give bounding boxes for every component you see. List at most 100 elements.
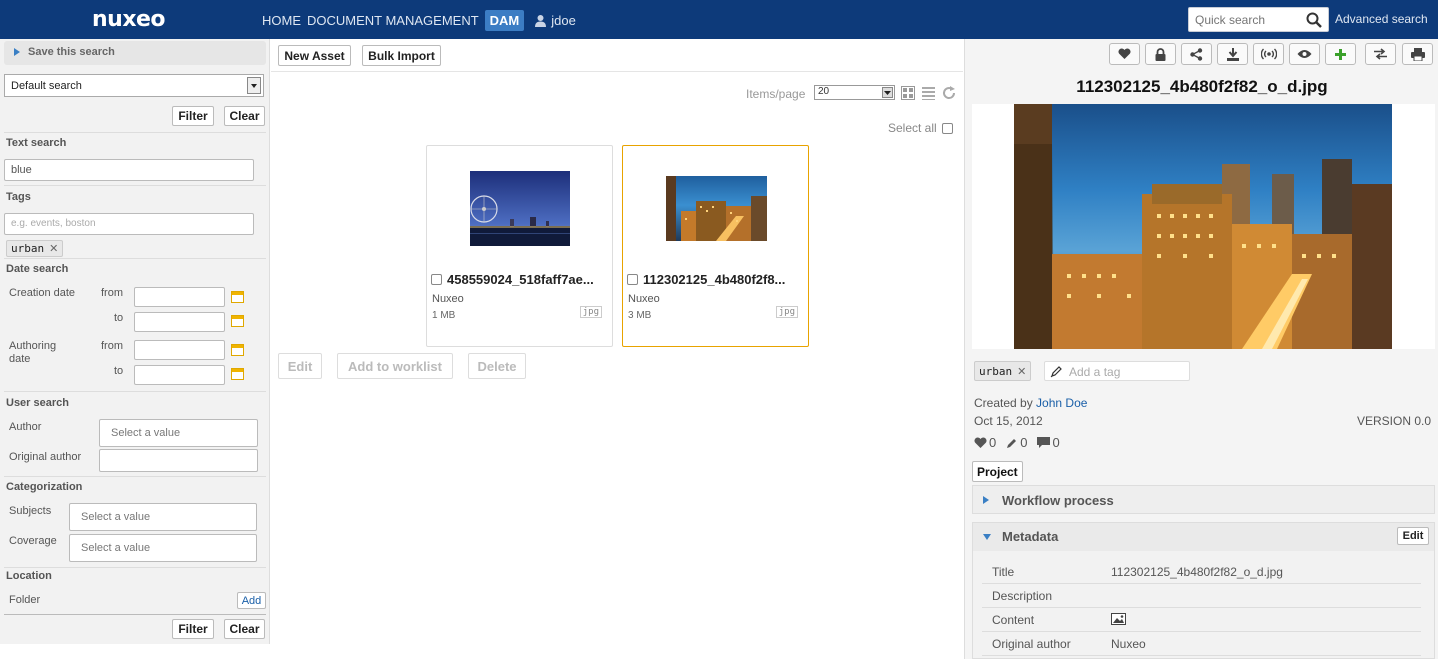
clear-button-bottom[interactable]: Clear bbox=[224, 619, 265, 639]
thumbnail-view-icon[interactable] bbox=[901, 86, 915, 100]
nav-document-management[interactable]: DOCUMENT MANAGEMENT bbox=[307, 10, 479, 31]
tags-heading: Tags bbox=[6, 191, 31, 203]
divider bbox=[4, 258, 266, 259]
print-icon bbox=[1410, 47, 1425, 61]
asset-checkbox[interactable] bbox=[431, 274, 442, 285]
likes-count[interactable]: 0 bbox=[974, 435, 996, 450]
categorization-heading: Categorization bbox=[6, 481, 83, 493]
delete-button[interactable]: Delete bbox=[468, 353, 526, 379]
creation-date-label: Creation date bbox=[9, 287, 76, 299]
comments-value: 0 bbox=[1052, 435, 1060, 450]
heart-icon bbox=[1118, 48, 1131, 59]
authoring-date-from-input[interactable] bbox=[134, 340, 225, 360]
print-button[interactable] bbox=[1402, 43, 1433, 65]
new-asset-button[interactable]: New Asset bbox=[278, 45, 351, 66]
select-all[interactable]: Select all bbox=[888, 121, 953, 135]
metadata-row: Title 112302125_4b480f2f82_o_d.jpg bbox=[982, 560, 1421, 584]
author-select[interactable]: Select a value bbox=[99, 419, 258, 447]
user-menu[interactable]: jdoe bbox=[534, 13, 576, 28]
file-type-badge: jpg bbox=[579, 306, 602, 318]
collapse-triangle-icon bbox=[983, 534, 991, 540]
calendar-icon[interactable] bbox=[231, 368, 244, 380]
nuxeo-logo[interactable]: nuxeo bbox=[92, 7, 166, 32]
nav-dam[interactable]: DAM bbox=[484, 9, 525, 31]
edits-count[interactable]: 0 bbox=[1006, 435, 1027, 450]
calendar-icon[interactable] bbox=[231, 315, 244, 327]
user-icon bbox=[535, 14, 547, 27]
refresh-icon[interactable] bbox=[942, 86, 956, 100]
list-view-icon[interactable] bbox=[922, 86, 935, 100]
asset-author: Nuxeo bbox=[432, 293, 464, 305]
nav-home[interactable]: HOME bbox=[262, 10, 301, 31]
asset-thumbnail[interactable] bbox=[666, 176, 767, 241]
asset-card[interactable]: 458559024_518faff7ae... Nuxeo 1 MB jpg bbox=[426, 145, 613, 347]
clear-button-top[interactable]: Clear bbox=[224, 106, 265, 126]
watch-button[interactable] bbox=[1289, 43, 1320, 65]
metadata-row: Original author Nuxeo bbox=[982, 632, 1421, 656]
search-type-select[interactable]: Default search bbox=[4, 74, 264, 97]
search-filter-panel: Save this search Default search Filter C… bbox=[0, 39, 270, 644]
share-button[interactable] bbox=[1181, 43, 1212, 65]
add-tag-input[interactable]: Add a tag bbox=[1044, 361, 1190, 381]
quick-search-box bbox=[1188, 7, 1329, 32]
broadcast-button[interactable] bbox=[1253, 43, 1284, 65]
workflow-panel-header[interactable]: Workflow process bbox=[972, 485, 1435, 514]
add-button[interactable] bbox=[1325, 43, 1356, 65]
bulk-import-button[interactable]: Bulk Import bbox=[362, 45, 441, 66]
asset-title-text: 458559024_518faff7ae... bbox=[447, 272, 594, 287]
filter-button-bottom[interactable]: Filter bbox=[172, 619, 214, 639]
asset-checkbox[interactable] bbox=[627, 274, 638, 285]
comments-count[interactable]: 0 bbox=[1037, 435, 1060, 450]
author-link[interactable]: John Doe bbox=[1036, 396, 1087, 410]
calendar-icon[interactable] bbox=[231, 291, 244, 303]
advanced-search-link[interactable]: Advanced search bbox=[1335, 12, 1428, 26]
location-heading: Location bbox=[6, 570, 52, 582]
add-to-worklist-button[interactable]: Add to worklist bbox=[337, 353, 453, 379]
download-button[interactable] bbox=[1217, 43, 1248, 65]
asset-title[interactable]: 112302125_4b480f2f8... bbox=[627, 272, 807, 287]
items-per-page-select[interactable]: 20 bbox=[814, 85, 895, 100]
asset-title[interactable]: 458559024_518faff7ae... bbox=[431, 272, 611, 287]
user-search-heading: User search bbox=[6, 397, 69, 409]
metadata-title: Metadata bbox=[1002, 529, 1059, 544]
select-all-checkbox[interactable] bbox=[941, 122, 953, 134]
subjects-select[interactable]: Select a value bbox=[69, 503, 257, 531]
filter-button-top[interactable]: Filter bbox=[172, 106, 214, 126]
tag-label: urban bbox=[11, 242, 45, 255]
quick-search-input[interactable] bbox=[1189, 8, 1299, 31]
asset-preview-image[interactable] bbox=[972, 104, 1435, 349]
creation-date-from-input[interactable] bbox=[134, 287, 225, 307]
pencil-icon bbox=[1050, 366, 1062, 378]
tags-input[interactable]: e.g. events, boston bbox=[4, 213, 254, 235]
original-author-input[interactable] bbox=[99, 449, 258, 472]
text-search-input[interactable]: blue bbox=[4, 159, 254, 181]
likes-value: 0 bbox=[989, 435, 997, 450]
coverage-label: Coverage bbox=[9, 535, 57, 547]
authoring-date-to-input[interactable] bbox=[134, 365, 225, 385]
text-search-heading: Text search bbox=[6, 137, 67, 149]
metadata-edit-button[interactable]: Edit bbox=[1397, 527, 1429, 545]
save-search-toggle[interactable]: Save this search bbox=[4, 41, 266, 65]
edit-button[interactable]: Edit bbox=[278, 353, 322, 379]
asset-author: Nuxeo bbox=[628, 293, 660, 305]
calendar-icon[interactable] bbox=[231, 344, 244, 356]
search-icon[interactable] bbox=[1306, 12, 1322, 28]
created-by-label: Created by bbox=[974, 396, 1033, 410]
asset-size: 1 MB bbox=[432, 310, 456, 321]
lock-button[interactable] bbox=[1145, 43, 1176, 65]
creation-date-to-input[interactable] bbox=[134, 312, 225, 332]
expand-triangle-icon bbox=[983, 496, 989, 504]
compare-button[interactable] bbox=[1365, 43, 1396, 65]
pencil-icon bbox=[1007, 438, 1017, 448]
remove-tag-icon[interactable]: ✕ bbox=[1017, 365, 1026, 378]
divider bbox=[4, 185, 266, 186]
asset-thumbnail[interactable] bbox=[470, 171, 570, 246]
favorite-button[interactable] bbox=[1109, 43, 1140, 65]
remove-tag-icon[interactable]: ✕ bbox=[49, 242, 58, 255]
project-button[interactable]: Project bbox=[972, 461, 1023, 482]
divider bbox=[4, 132, 266, 133]
add-folder-button[interactable]: Add bbox=[237, 592, 266, 609]
coverage-select[interactable]: Select a value bbox=[69, 534, 257, 562]
asset-card-selected[interactable]: 112302125_4b480f2f8... Nuxeo 3 MB jpg bbox=[622, 145, 809, 347]
image-icon[interactable] bbox=[1111, 613, 1126, 625]
